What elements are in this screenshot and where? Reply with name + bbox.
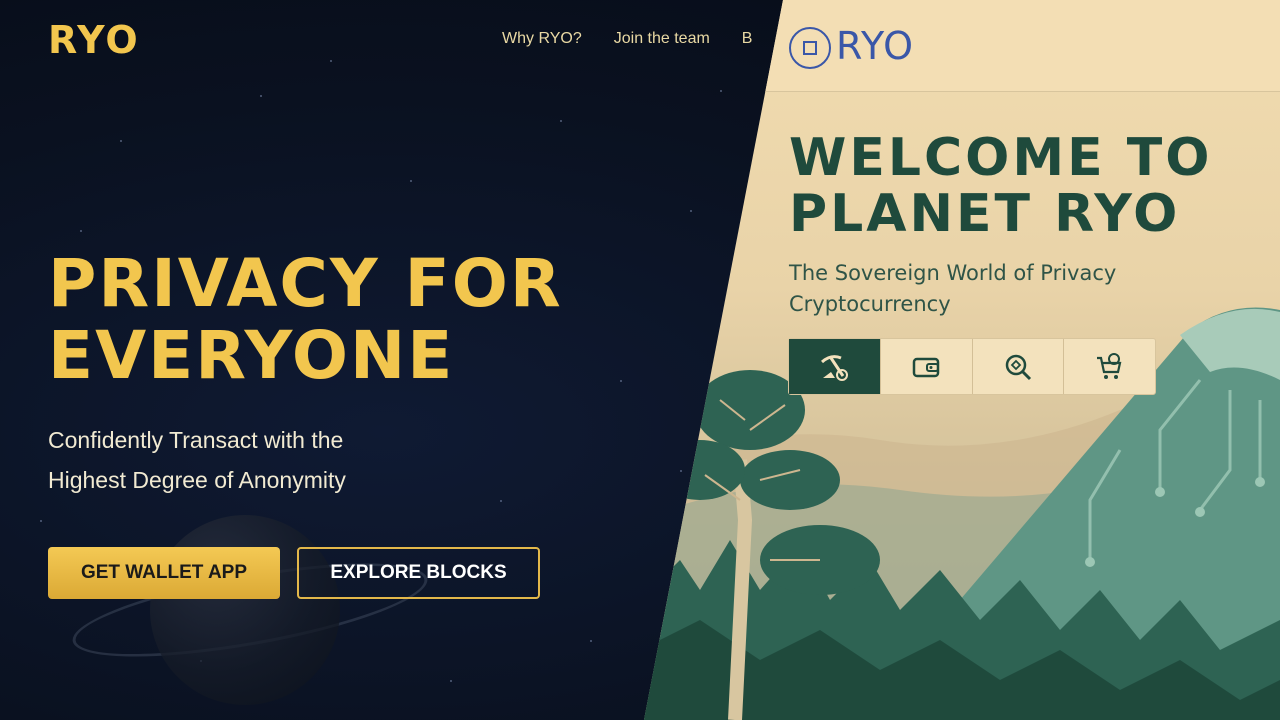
hero-title-line1: PRIVACY FOR xyxy=(48,245,563,322)
welcome-subtitle: The Sovereign World of Privacy Cryptocur… xyxy=(789,258,1209,320)
star xyxy=(330,60,332,62)
star xyxy=(410,180,412,182)
nav-link-why-ryo[interactable]: Why RYO? xyxy=(502,30,582,48)
welcome-line1: WELCOME TO xyxy=(789,128,1213,188)
star xyxy=(500,500,502,502)
star xyxy=(680,470,682,472)
shop-icon xyxy=(1096,352,1121,379)
hero-subtitle-line2: Highest Degree of Anonymity xyxy=(48,467,346,493)
star xyxy=(80,230,82,232)
welcome-heading: WELCOME TO PLANET RYO xyxy=(789,130,1269,242)
tab-wallet[interactable] xyxy=(881,339,973,394)
tab-explorer[interactable] xyxy=(973,339,1065,394)
wallet-icon xyxy=(912,357,940,377)
hero-subtitle-line1: Confidently Transact with the xyxy=(48,427,344,453)
nav-link-join-team[interactable]: Join the team xyxy=(614,30,710,48)
star xyxy=(260,95,262,97)
ryo-logo[interactable]: RYO xyxy=(48,18,140,62)
hero-title-line2: EVERYONE xyxy=(48,317,455,394)
star xyxy=(690,210,692,212)
star xyxy=(590,640,592,642)
hero-subtitle: Confidently Transact with the Highest De… xyxy=(48,420,468,500)
star xyxy=(720,90,722,92)
get-wallet-app-button[interactable]: GET WALLET APP xyxy=(48,547,280,599)
star xyxy=(120,140,122,142)
ryo-logo-wordmark[interactable]: RYO xyxy=(836,24,914,68)
star xyxy=(450,680,452,682)
explorer-icon xyxy=(1005,354,1031,380)
feature-icon-bar xyxy=(788,338,1156,395)
tab-shop[interactable] xyxy=(1064,339,1155,394)
main-nav: Why RYO? Join the team B xyxy=(502,30,752,48)
ryo-logo-mark-icon[interactable] xyxy=(789,27,831,69)
welcome-line2: PLANET RYO xyxy=(789,184,1181,244)
star xyxy=(40,520,42,522)
star xyxy=(560,120,562,122)
planet-illustration xyxy=(150,515,340,705)
mining-icon xyxy=(821,354,849,381)
tab-mining[interactable] xyxy=(789,339,881,394)
explore-blocks-button[interactable]: EXPLORE BLOCKS xyxy=(297,547,540,599)
welcome-sub-line2: Cryptocurrency xyxy=(789,292,951,316)
nav-link-truncated[interactable]: B xyxy=(742,30,753,48)
welcome-sub-line1: The Sovereign World of Privacy xyxy=(789,261,1117,285)
hero-title: PRIVACY FOR EVERYONE xyxy=(48,248,668,392)
